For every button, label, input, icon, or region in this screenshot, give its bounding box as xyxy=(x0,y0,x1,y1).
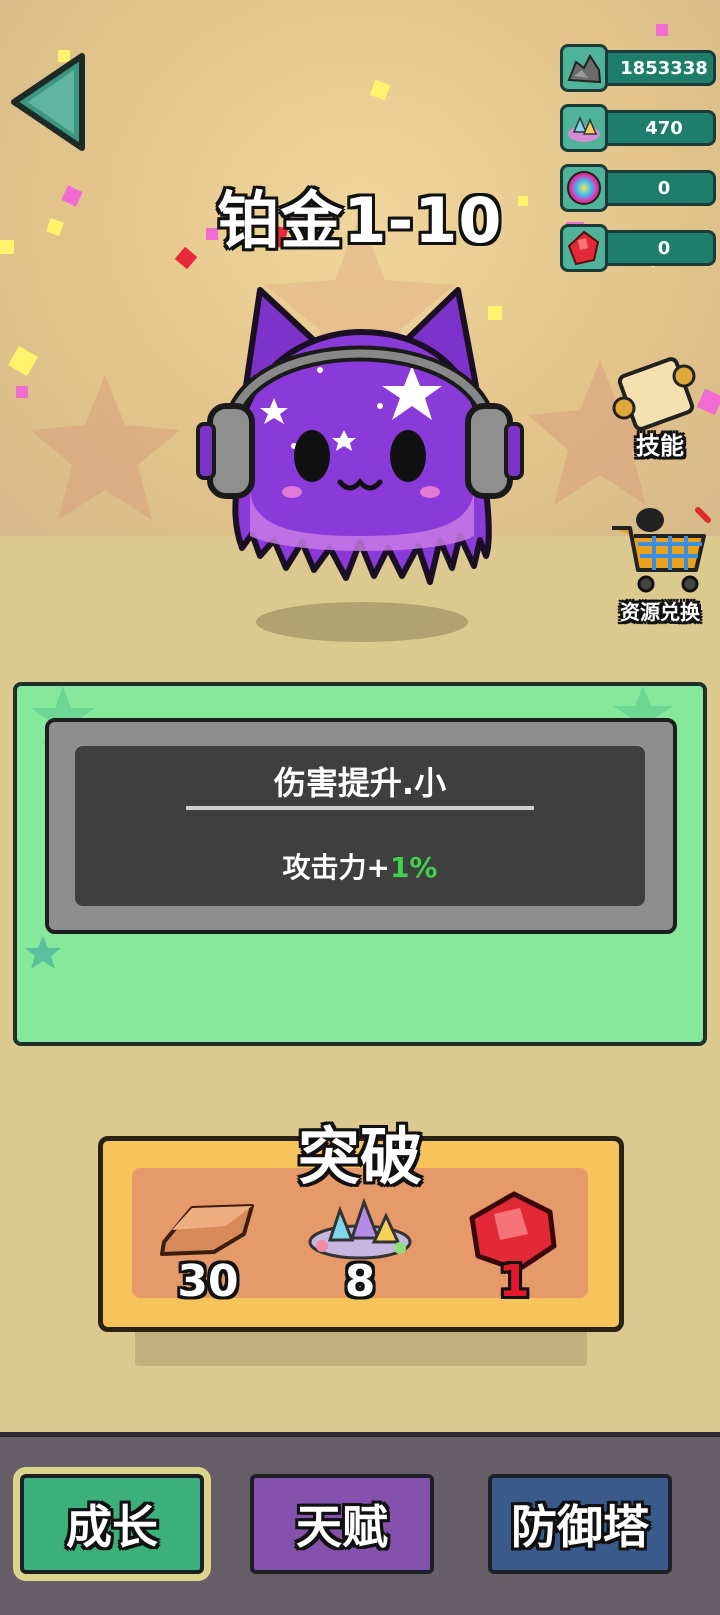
back-button[interactable] xyxy=(6,48,96,156)
resource-orb: 0 xyxy=(560,164,718,212)
crystal-pile-icon xyxy=(308,1197,412,1260)
cost-ruby-amount: 1 xyxy=(498,1256,530,1307)
monster-character xyxy=(196,287,524,642)
resource-iron: 1853338 xyxy=(560,44,718,92)
back-arrow-icon xyxy=(11,53,85,151)
crystal-pile-icon xyxy=(560,104,608,152)
resource-ruby: 0 xyxy=(560,224,718,272)
skill-effect-prefix: 攻击力+ xyxy=(282,851,390,884)
tab-tower[interactable]: 防御塔 xyxy=(488,1474,672,1574)
resource-exchange-label: 资源兑换 xyxy=(620,600,700,624)
skill-divider xyxy=(186,806,534,810)
cost-crystal: 8 xyxy=(300,1190,420,1307)
tab-talent[interactable]: 天赋 xyxy=(250,1474,434,1574)
rainbow-orb-icon xyxy=(560,164,608,212)
skill-name: 伤害提升.小 xyxy=(273,764,447,802)
skill-effect: 攻击力+1% xyxy=(75,846,645,886)
breakthrough-title: 突破 xyxy=(297,1120,422,1193)
resource-crystal: 470 xyxy=(560,104,718,152)
resource-exchange-button[interactable]: 资源兑换 xyxy=(600,500,720,630)
skill-effect-value: 1% xyxy=(389,851,438,884)
cost-ruby: 1 xyxy=(454,1190,574,1307)
cost-copper-amount: 30 xyxy=(177,1256,239,1307)
tab-grow[interactable]: 成长 xyxy=(20,1474,204,1574)
ore-icon xyxy=(560,44,608,92)
cost-crystal-amount: 8 xyxy=(344,1256,376,1307)
shopping-cart-icon xyxy=(612,507,711,593)
ruby-icon xyxy=(560,224,608,272)
skills-label: 技能 xyxy=(636,432,684,460)
skills-button[interactable]: 技能 xyxy=(600,352,720,472)
cost-copper: 30 xyxy=(148,1190,268,1307)
copper-bar-icon xyxy=(160,1204,254,1256)
